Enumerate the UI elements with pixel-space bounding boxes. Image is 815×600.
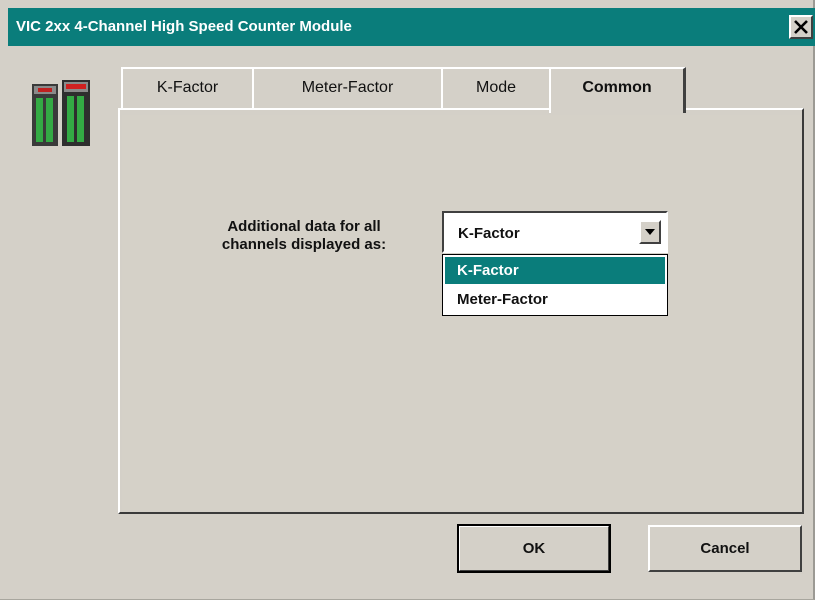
display-mode-select-value: K-Factor <box>458 225 520 242</box>
tab-mode[interactable]: Mode <box>441 67 552 109</box>
dialog-window: VIC 2xx 4-Channel High Speed Counter Mod… <box>0 0 815 600</box>
close-button[interactable] <box>789 15 813 39</box>
chevron-down-icon <box>645 229 655 235</box>
window-title: VIC 2xx 4-Channel High Speed Counter Mod… <box>16 18 352 35</box>
io-module-icon <box>32 80 90 146</box>
title-bar[interactable]: VIC 2xx 4-Channel High Speed Counter Mod… <box>8 8 815 46</box>
display-mode-label: Additional data for all channels display… <box>204 218 404 254</box>
display-mode-label-line2: channels displayed as: <box>221 236 387 253</box>
ok-button[interactable]: OK <box>457 524 611 573</box>
cancel-button[interactable]: Cancel <box>648 525 802 572</box>
display-mode-dropdown-list: K-Factor Meter-Factor <box>442 254 668 316</box>
option-meter-factor[interactable]: Meter-Factor <box>445 286 665 313</box>
dropdown-button[interactable] <box>639 220 661 244</box>
tab-meter-factor[interactable]: Meter-Factor <box>252 67 444 109</box>
tab-k-factor[interactable]: K-Factor <box>121 67 255 109</box>
display-mode-select[interactable]: K-Factor <box>442 211 668 253</box>
option-k-factor[interactable]: K-Factor <box>445 257 665 284</box>
tab-common[interactable]: Common <box>549 67 686 113</box>
close-icon <box>794 20 808 34</box>
display-mode-label-line1: Additional data for all <box>227 218 381 235</box>
